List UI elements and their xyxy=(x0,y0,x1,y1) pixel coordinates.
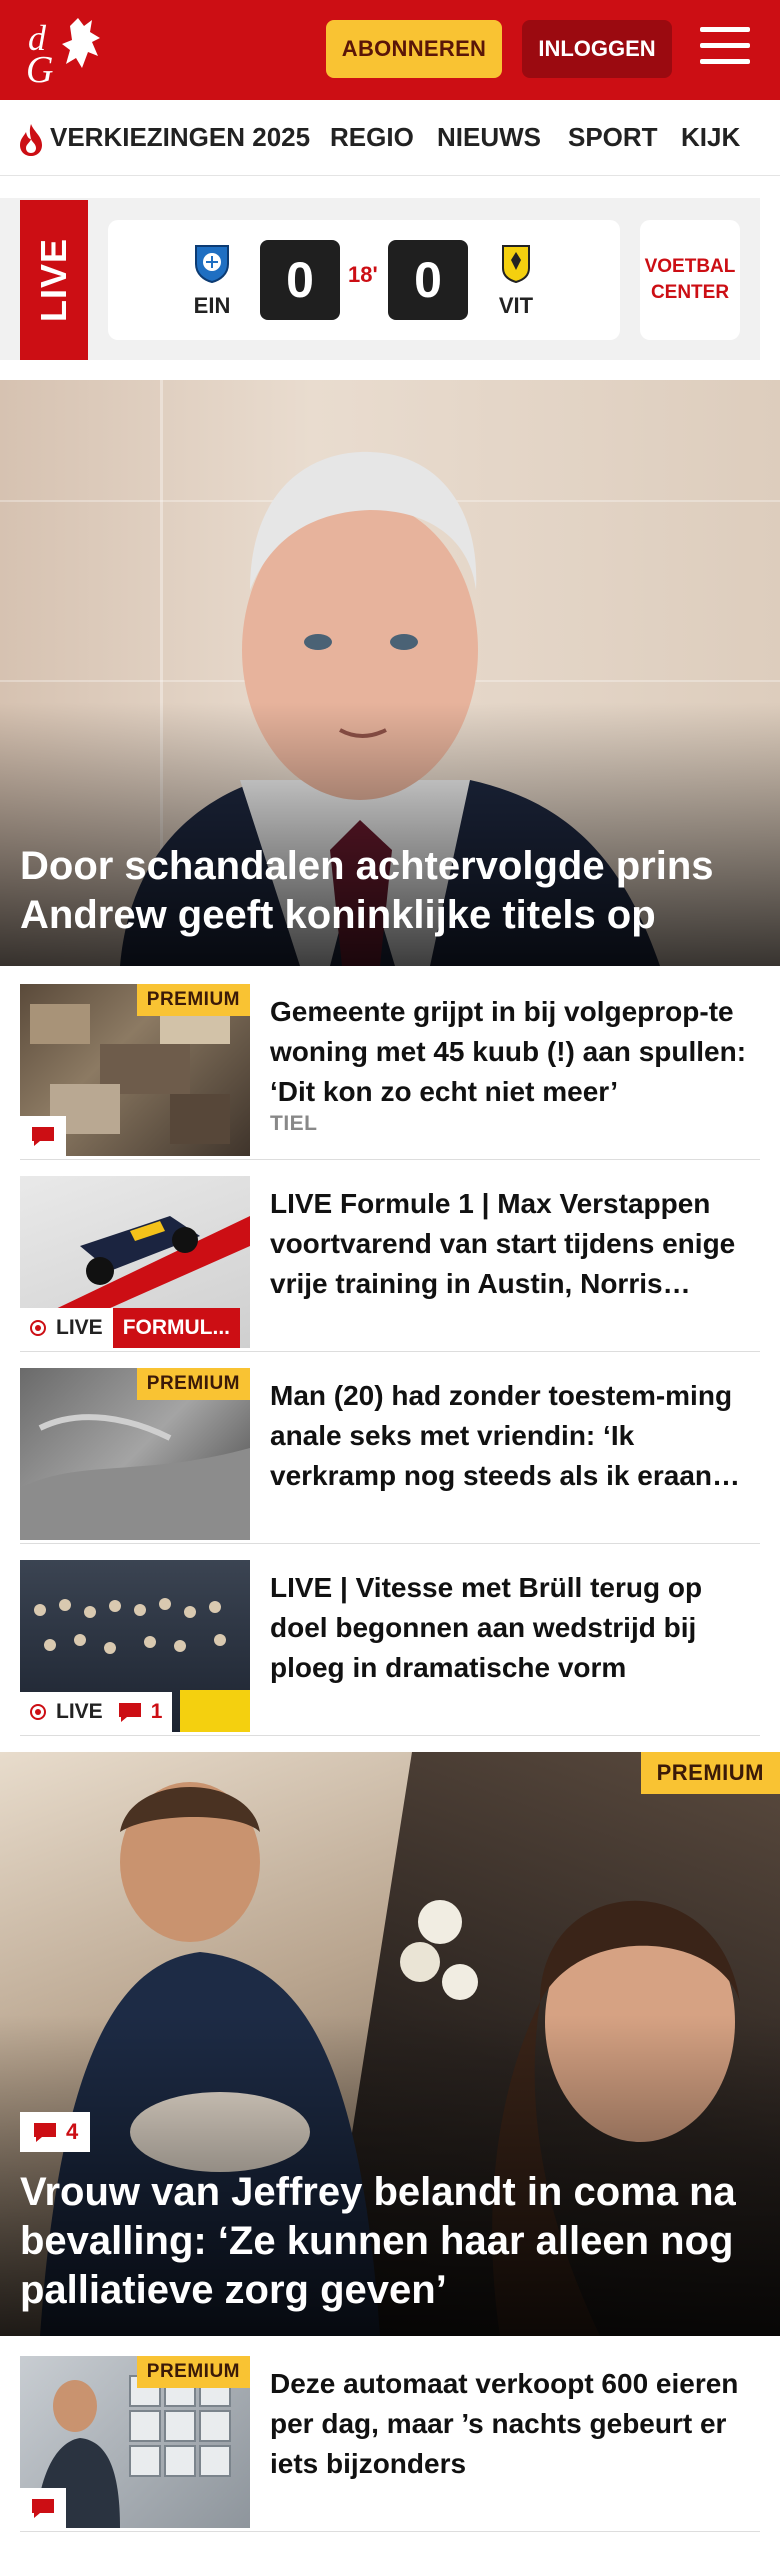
premium-badge: PREMIUM xyxy=(640,1752,780,1794)
away-team-crest-icon xyxy=(502,245,530,284)
article-row[interactable]: LIVE FORMUL... LIVE Formule 1 | Max Vers… xyxy=(20,1176,760,1352)
premium-badge: PREMIUM xyxy=(136,1368,250,1400)
category-badge: FORMUL... xyxy=(112,1308,241,1348)
match-minute: 18' xyxy=(348,262,378,287)
article-thumbnail[interactable]: LIVE 1 xyxy=(20,1560,250,1732)
article-thumbnail[interactable]: PREMIUM xyxy=(20,984,250,1156)
live-label: LIVE xyxy=(20,200,88,360)
article-row[interactable]: LIVE 1 LIVE | Vitesse met Brüll terug op… xyxy=(20,1560,760,1736)
article-thumbnail[interactable]: PREMIUM xyxy=(20,2356,250,2528)
comment-icon xyxy=(34,2123,56,2142)
article-title[interactable]: Man (20) had zonder toestem-ming anale s… xyxy=(270,1376,750,1496)
comments-badge xyxy=(20,1116,66,1156)
comment-icon xyxy=(32,1127,54,1146)
hero-article[interactable]: Door schandalen achtervolgde prins Andre… xyxy=(0,380,780,966)
svg-text:G: G xyxy=(26,49,53,88)
flame-icon xyxy=(20,124,42,156)
voetbal-center-button[interactable]: VOETBAL CENTER xyxy=(640,220,740,340)
premium-badge: PREMIUM xyxy=(136,2356,250,2388)
away-team: VIT xyxy=(486,242,546,319)
hero-headline[interactable]: Door schandalen achtervolgde prins Andre… xyxy=(20,842,760,940)
home-team-crest-icon xyxy=(195,245,229,284)
article-thumbnail[interactable]: PREMIUM xyxy=(20,1368,250,1540)
login-button[interactable]: INLOGGEN xyxy=(522,20,672,78)
featured-headline[interactable]: Vrouw van Jeffrey belandt in coma na bev… xyxy=(20,2168,760,2315)
home-score: 0 xyxy=(260,240,340,320)
nav-item-nieuws[interactable]: NIEUWS xyxy=(437,122,541,153)
article-location-tag: TIEL xyxy=(270,1112,318,1135)
home-team: EIN xyxy=(182,242,242,319)
nav-item-sport[interactable]: SPORT xyxy=(568,122,658,153)
article-title[interactable]: Gemeente grijpt in bij volgeprop-te woni… xyxy=(270,992,750,1112)
site-header: d G ABONNEREN INLOGGEN xyxy=(0,0,780,100)
comment-icon xyxy=(32,2499,54,2518)
article-row[interactable]: PREMIUM Gemeente grijpt in bij volgeprop… xyxy=(20,984,760,1160)
site-logo[interactable]: d G xyxy=(22,12,118,91)
nav-item-regio[interactable]: REGIO xyxy=(330,122,414,153)
article-title[interactable]: LIVE | Vitesse met Brüll terug op doel b… xyxy=(270,1568,750,1688)
featured-article[interactable]: PREMIUM 4 Vrouw van Jeffrey belandt in c… xyxy=(0,1752,780,2336)
article-row[interactable]: PREMIUM Deze automaat verkoopt 600 eiere… xyxy=(20,2356,760,2532)
article-title[interactable]: Deze automaat verkoopt 600 eieren per da… xyxy=(270,2364,750,2484)
article-thumbnail[interactable]: LIVE FORMUL... xyxy=(20,1176,250,1348)
nav-item-kijk[interactable]: KIJK xyxy=(681,122,740,153)
article-title[interactable]: LIVE Formule 1 | Max Verstappen voortvar… xyxy=(270,1184,750,1304)
live-badge: LIVE xyxy=(20,1692,113,1732)
article-row[interactable]: PREMIUM Man (20) had zonder toestem-ming… xyxy=(20,1368,760,1544)
live-match-card[interactable]: EIN 0 18' 0 VIT xyxy=(108,220,620,340)
subscribe-button[interactable]: ABONNEREN xyxy=(326,20,502,78)
comments-badge[interactable]: 4 xyxy=(20,2112,91,2152)
premium-badge: PREMIUM xyxy=(136,984,250,1016)
live-badge: LIVE xyxy=(20,1308,113,1348)
comments-badge: 1 xyxy=(112,1692,173,1732)
comments-badge xyxy=(20,2488,66,2528)
main-nav: VERKIEZINGEN 2025 REGIO NIEUWS SPORT KIJ… xyxy=(0,100,780,176)
menu-icon[interactable] xyxy=(700,27,750,71)
nav-item-verkiezingen[interactable]: VERKIEZINGEN 2025 xyxy=(50,122,310,153)
comment-icon xyxy=(118,1703,141,1722)
away-score: 0 xyxy=(388,240,468,320)
